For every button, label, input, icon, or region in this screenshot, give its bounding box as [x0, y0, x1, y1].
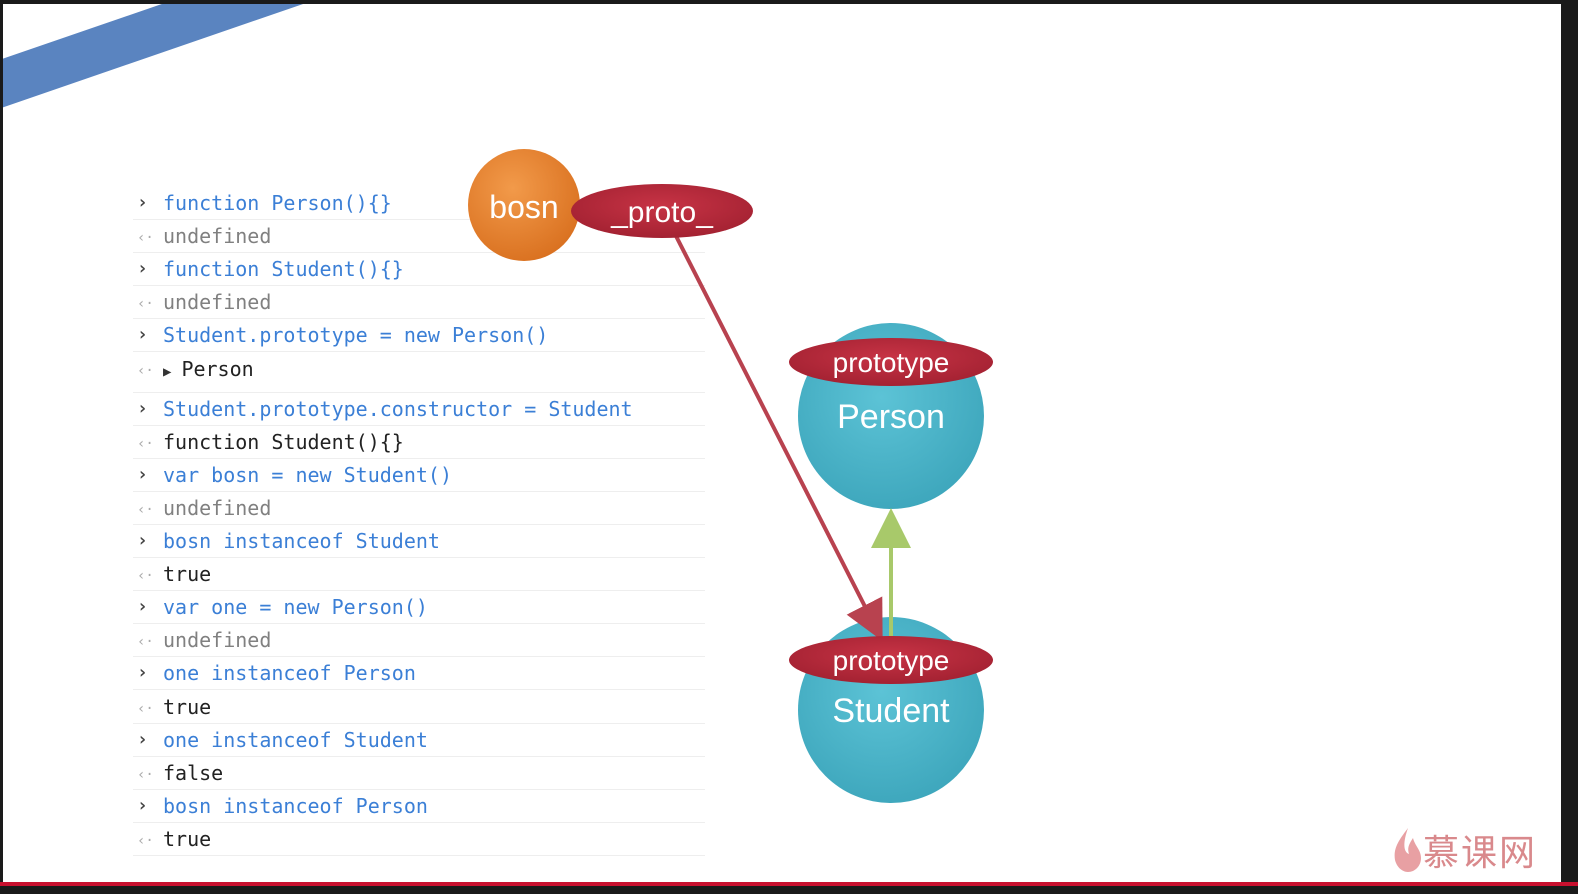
student-prototype-label: prototype	[833, 645, 950, 676]
prototype-diagram: Person Student prototype prototype bosn …	[468, 149, 993, 803]
bottom-accent-bar	[0, 882, 1578, 886]
student-label: Student	[832, 692, 950, 730]
slide: instanceof › function Person(){} ‹· undefin…	[3, 4, 1561, 882]
person-label: Person	[837, 398, 945, 436]
person-prototype-label: prototype	[833, 347, 950, 378]
watermark-logo: 慕课网	[1423, 833, 1538, 874]
proto-label: _proto_	[610, 196, 714, 229]
bosn-label: bosn	[489, 189, 558, 225]
